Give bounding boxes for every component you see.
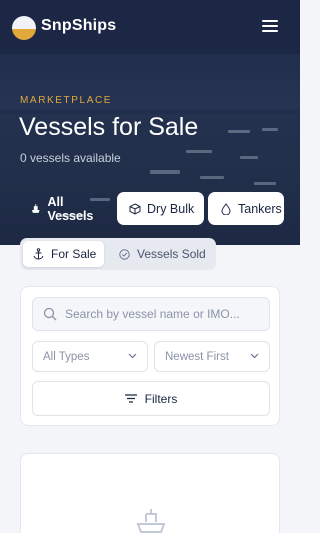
empty-state-card (20, 453, 280, 533)
search-input[interactable] (65, 298, 265, 330)
category-tankers[interactable]: Tankers (208, 192, 284, 225)
category-label: Dry Bulk (147, 201, 195, 216)
page-title: Vessels for Sale (19, 113, 199, 141)
chevron-down-icon (250, 353, 259, 359)
top-navigation-bar: SnpShips (0, 0, 300, 54)
tab-for-sale[interactable]: For Sale (23, 241, 104, 267)
category-all-vessels[interactable]: All Vessels (18, 192, 110, 225)
filter-lines-icon (124, 394, 137, 403)
search-icon (43, 307, 57, 321)
category-tabs: All Vessels Dry Bulk Tankers (0, 192, 300, 226)
cube-icon (129, 202, 141, 215)
category-label: All Vessels (47, 194, 94, 223)
select-value: Newest First (165, 350, 229, 363)
tab-label: Vessels Sold (137, 247, 206, 261)
chevron-down-icon (128, 353, 137, 359)
anchor-icon (33, 248, 44, 260)
vessel-count: 0 vessels available (20, 151, 121, 165)
filter-panel: All Types Newest First Filters (20, 286, 280, 426)
sort-order-select[interactable]: Newest First (154, 341, 270, 372)
filters-label: Filters (144, 391, 178, 406)
vessel-type-select[interactable]: All Types (32, 341, 148, 372)
tab-vessels-sold[interactable]: Vessels Sold (109, 241, 213, 267)
ship-icon (136, 509, 166, 533)
category-label: Tankers (238, 201, 282, 216)
category-dry-bulk[interactable]: Dry Bulk (117, 192, 204, 225)
brand-name[interactable]: SnpShips (41, 17, 116, 35)
hamburger-menu-icon[interactable] (260, 18, 280, 34)
check-circle-icon (119, 248, 130, 260)
filters-button[interactable]: Filters (32, 381, 270, 416)
listing-status-toggle: For Sale Vessels Sold (20, 238, 216, 270)
ship-icon (31, 203, 40, 213)
brand-logo[interactable] (12, 16, 36, 40)
tab-label: For Sale (51, 247, 97, 261)
droplet-icon (221, 202, 231, 215)
select-value: All Types (43, 350, 90, 363)
search-box (32, 297, 270, 331)
section-eyebrow: MARKETPLACE (20, 95, 113, 106)
